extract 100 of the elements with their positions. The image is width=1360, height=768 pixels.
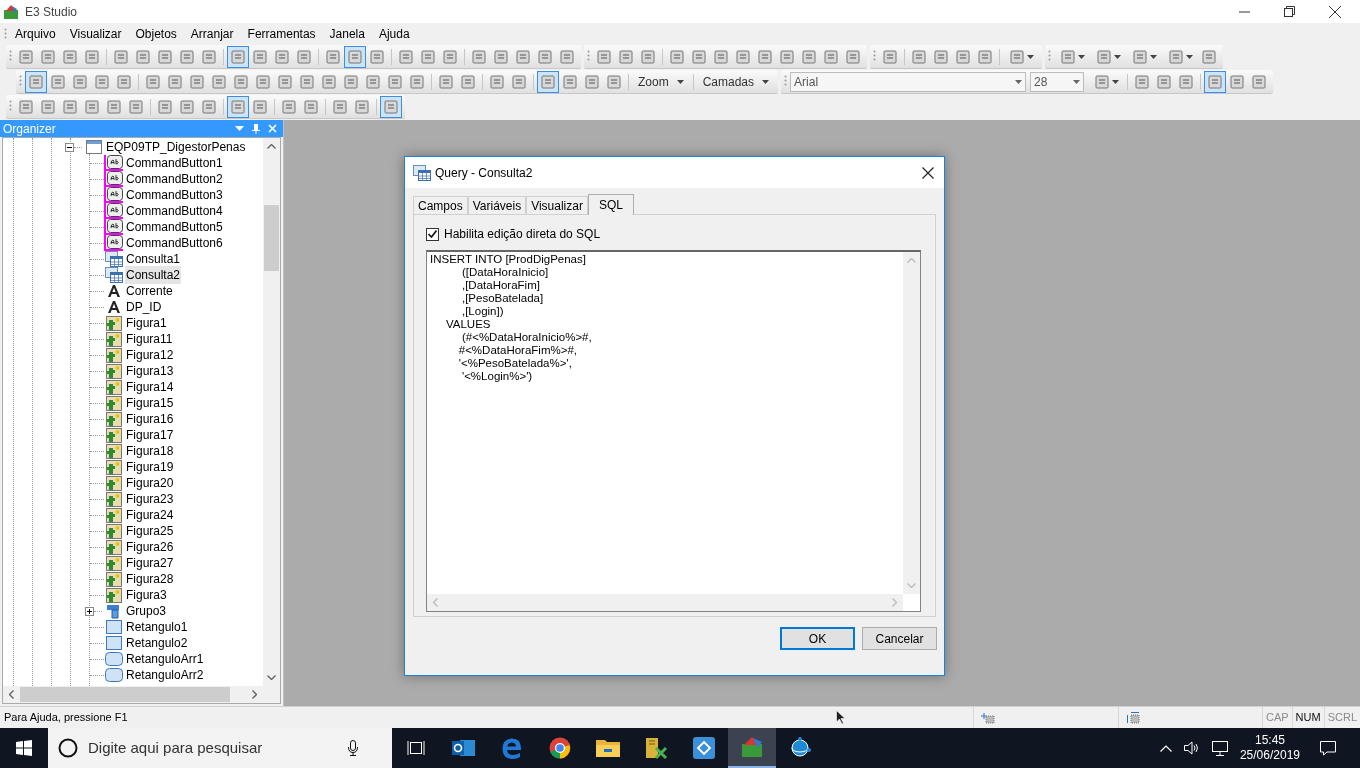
close-icon[interactable] [922,166,934,179]
scroll-thumb[interactable] [264,205,279,271]
menu-item[interactable]: Objetos [129,25,183,43]
menu-item[interactable]: Ferramentas [241,25,322,43]
horizontal-scrollbar[interactable] [3,686,280,703]
tree-item[interactable]: Figura19 [125,458,175,476]
tool-icon [343,73,359,90]
menu-item[interactable]: Ajuda [372,25,416,43]
menu-item[interactable]: Janela [323,25,371,43]
tree-item[interactable]: RetanguloArr1 [125,650,205,668]
tree-item[interactable]: Figura15 [125,394,175,412]
menu-item[interactable]: Visualizar [63,25,128,43]
remote-app-icon[interactable] [692,736,716,760]
windows-logo-icon[interactable] [16,740,32,756]
tree-item[interactable]: CommandButton5 [125,218,224,236]
tree-item[interactable]: Figura17 [125,426,175,444]
tree-item[interactable]: CommandButton4 [125,202,224,220]
scroll-up-icon [907,258,916,263]
vertical-scrollbar[interactable] [263,138,280,686]
task-view-icon[interactable] [407,740,425,756]
dialog-button[interactable]: Cancelar [862,627,937,650]
toolbar-button[interactable] [227,95,249,118]
dialog-button[interactable]: OK [780,627,855,650]
notification-icon[interactable] [1320,740,1336,756]
tree-item[interactable]: Consulta2 [125,266,182,284]
close-icon[interactable] [1329,5,1341,18]
tree-item[interactable]: Figura13 [125,362,175,380]
microphone-icon[interactable] [348,740,358,756]
tree-item[interactable]: Figura25 [125,522,175,540]
app-logo-icon[interactable] [740,735,764,759]
mail-app-icon[interactable] [452,737,476,759]
tree-item[interactable]: DP_ID [125,298,163,316]
speaker-icon[interactable] [1183,741,1200,755]
tool-icon [325,48,341,65]
tree-item[interactable]: Consulta1 [125,250,182,268]
tree-item[interactable]: Figura16 [125,410,175,428]
tool-icon [1134,73,1151,90]
tree-item[interactable]: Figura18 [125,442,175,460]
toolbar-button[interactable] [380,95,402,118]
tree-item[interactable]: Figura14 [125,378,175,396]
restore-icon[interactable] [1284,6,1295,17]
network-icon[interactable] [1211,740,1228,756]
tools-app-icon[interactable] [644,736,668,760]
checkbox[interactable] [426,227,439,241]
tree-item[interactable]: Figura20 [125,474,175,492]
menu-item[interactable]: Arranjar [184,25,240,43]
tree-item[interactable]: Grupo3 [125,602,168,620]
browser-e-icon[interactable] [501,737,523,759]
tree-item[interactable]: CommandButton1 [125,154,224,172]
tree-item[interactable]: Figura1 [125,314,168,332]
vertical-scrollbar[interactable] [903,252,920,594]
status-text: Para Ajuda, pressione F1 [4,710,129,726]
toolbar-button[interactable] [1204,70,1227,93]
font-name-combo[interactable]: Arial [790,71,1027,92]
tree-item[interactable]: CommandButton6 [125,234,224,252]
tree-item[interactable]: Corrente [125,282,174,300]
horizontal-scrollbar[interactable] [427,594,903,611]
tool-icon [62,48,78,65]
menu-item[interactable]: Arquivo [9,25,62,43]
tree-item[interactable]: Figura26 [125,538,175,556]
tree-item[interactable]: Figura27 [125,554,175,572]
search-box[interactable]: Digite aqui para pesquisar [48,728,392,768]
browser-circle-icon[interactable] [549,737,571,759]
tree-item[interactable]: Figura23 [125,490,175,508]
tree-item[interactable]: Retangulo1 [125,618,189,636]
dropdown-icon[interactable] [235,126,244,131]
pin-icon[interactable] [252,123,260,134]
tree-item[interactable]: Figura3 [125,586,168,604]
tree-item[interactable]: RetanguloArr2 [125,666,205,684]
tree-item[interactable]: CommandButton3 [125,186,224,204]
collapse-icon[interactable] [65,142,74,152]
checkbox-label[interactable]: Habilita edição direta do SQL [444,225,601,243]
caret-icon [1149,54,1157,59]
toolbar-button[interactable] [25,70,47,93]
tab[interactable]: Campos [413,196,468,214]
clock-time[interactable]: 15:45 [1254,733,1285,748]
tree-item[interactable]: EQP09TP_DigestorPenas [105,138,247,156]
toolbar-menu[interactable]: Zoom [632,70,690,93]
tree-item[interactable]: Figura28 [125,570,175,588]
tab[interactable]: Visualizar [526,196,588,214]
tab[interactable]: SQL [587,194,634,215]
tree-item[interactable]: Figura11 [125,330,174,348]
chevron-up-icon[interactable] [1159,744,1172,752]
tree-item[interactable]: Figura24 [125,506,175,524]
toolbar-button[interactable] [537,70,559,93]
tree-item[interactable]: Figura12 [125,346,175,364]
caret-icon [1077,54,1085,59]
search-field[interactable]: Digite aqui para pesquisar [88,736,348,760]
toolbar-button[interactable] [344,45,366,68]
tab[interactable]: Variáveis [467,196,527,214]
scroll-thumb[interactable] [20,687,230,702]
tree-item[interactable]: CommandButton2 [125,170,224,188]
globe-app-icon[interactable] [789,737,811,759]
toolbar-menu[interactable]: Camadas [696,70,776,93]
expand-icon[interactable] [85,606,94,616]
clock-date[interactable]: 25/06/2019 [1239,748,1300,763]
folder-icon[interactable] [596,738,620,758]
tree-item[interactable]: Retangulo2 [125,634,189,652]
font-size-combo[interactable]: 28 [1030,71,1085,92]
toolbar-button[interactable] [227,45,249,68]
